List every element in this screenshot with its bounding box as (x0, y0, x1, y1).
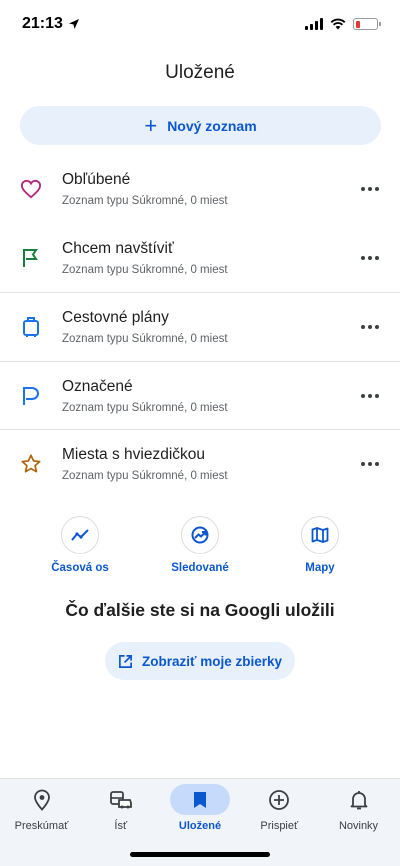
location-arrow-icon (68, 19, 79, 29)
more-options-button[interactable] (350, 238, 390, 278)
location-pin-icon (12, 784, 72, 815)
page-title: Uložené (165, 62, 235, 83)
quick-link-label: Časová os (51, 562, 109, 574)
more-options-button[interactable] (350, 444, 390, 484)
list-item-want-to-go[interactable]: Chcem navštíviť Zoznam typu Súkromné, 0 … (0, 224, 400, 293)
following-link[interactable]: Sledované (150, 516, 250, 574)
view-collections-label: Zobraziť moje zbierky (141, 653, 282, 669)
nav-label: Prispieť (260, 820, 299, 832)
more-options-button[interactable] (350, 307, 390, 347)
list-item-favorites[interactable]: Obľúbené Zoznam typu Súkromné, 0 miest (0, 155, 400, 224)
nav-go[interactable]: Ísť (81, 784, 160, 832)
list-subtitle: Zoznam typu Súkromné, 0 miest (62, 470, 228, 483)
nav-contribute[interactable]: Prispieť (240, 784, 319, 832)
list-title: Miesta s hviezdičkou (62, 446, 206, 464)
quick-link-label: Sledované (171, 562, 229, 574)
more-options-button[interactable] (350, 169, 390, 209)
saved-lists: Obľúbené Zoznam typu Súkromné, 0 miest C… (0, 155, 400, 498)
bookmark-icon (170, 784, 230, 815)
nav-label: Preskúmať (14, 820, 69, 832)
list-title: Cestovné plány (62, 308, 169, 326)
suitcase-icon (20, 316, 42, 338)
list-item-travel-plans[interactable]: Cestovné plány Zoznam typu Súkromné, 0 m… (0, 292, 400, 361)
list-item-labeled[interactable]: Označené Zoznam typu Súkromné, 0 miest (0, 360, 400, 430)
list-title: Obľúbené (62, 171, 131, 189)
commute-icon (91, 784, 151, 815)
plus-icon: + (144, 112, 158, 138)
bottom-navigation: Preskúmať Ísť Uložené Prispieť Novinky (0, 778, 400, 866)
quick-link-label: Mapy (305, 562, 335, 574)
open-external-icon (119, 654, 132, 668)
bell-icon (329, 784, 389, 815)
status-indicators (305, 18, 381, 30)
status-time: 21:13 (22, 15, 63, 32)
nav-updates[interactable]: Novinky (319, 784, 398, 832)
status-bar: 21:13 (0, 0, 400, 48)
view-collections-button[interactable]: Zobraziť moje zbierky (105, 642, 295, 680)
nav-saved[interactable]: Uložené (161, 784, 240, 832)
nav-label: Ísť (114, 820, 128, 832)
new-list-button[interactable]: + Nový zoznam (20, 106, 381, 145)
new-list-label: Nový zoznam (167, 117, 257, 134)
more-saved-heading: Čo ďalšie ste si na Googli uložili (65, 600, 335, 620)
list-subtitle: Zoznam typu Súkromné, 0 miest (62, 195, 228, 208)
following-icon (181, 516, 219, 554)
wifi-icon (330, 18, 346, 30)
list-subtitle: Zoznam typu Súkromné, 0 miest (62, 332, 228, 345)
nav-label: Novinky (338, 820, 379, 832)
nav-label: Uložené (178, 820, 222, 832)
heart-icon (20, 178, 42, 200)
more-options-button[interactable] (350, 376, 390, 416)
label-flag-icon (20, 385, 42, 407)
timeline-icon (61, 516, 99, 554)
maps-link[interactable]: Mapy (270, 516, 370, 574)
home-indicator (130, 852, 270, 857)
flag-icon (20, 247, 42, 269)
status-time-group: 21:13 (22, 15, 80, 33)
battery-icon (353, 18, 381, 30)
list-item-starred[interactable]: Miesta s hviezdičkou Zoznam typu Súkromn… (0, 429, 400, 498)
list-subtitle: Zoznam typu Súkromné, 0 miest (62, 401, 228, 414)
list-subtitle: Zoznam typu Súkromné, 0 miest (62, 263, 228, 276)
list-title: Označené (62, 377, 133, 395)
list-title: Chcem navštíviť (62, 239, 174, 257)
cellular-signal-icon (305, 18, 323, 30)
timeline-link[interactable]: Časová os (30, 516, 130, 574)
quick-links: Časová os Sledované Mapy (0, 516, 400, 574)
nav-explore[interactable]: Preskúmať (2, 784, 81, 832)
add-circle-icon (249, 784, 309, 815)
map-icon (301, 516, 339, 554)
star-icon (20, 453, 42, 475)
